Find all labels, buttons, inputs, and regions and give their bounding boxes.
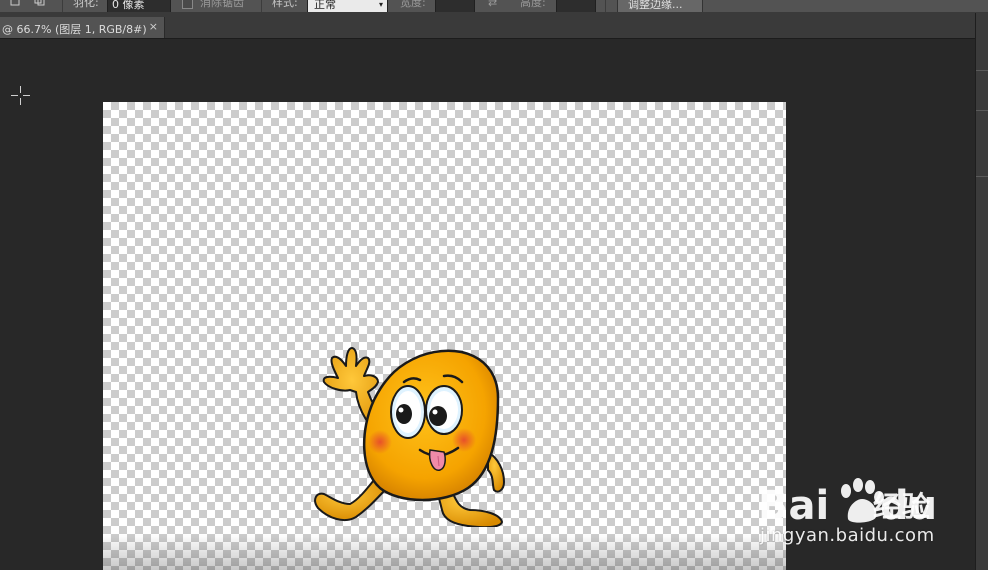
separator (261, 0, 262, 12)
antialias-checkbox[interactable] (182, 0, 193, 9)
document-canvas[interactable] (103, 102, 786, 570)
right-panel-strip[interactable] (975, 13, 988, 570)
style-value: 正常 (314, 0, 336, 11)
swap-arrow-icon[interactable]: ⇄ (488, 0, 497, 10)
refine-edge-label: 调整边缘... (628, 0, 683, 11)
style-label: 样式: (272, 0, 298, 9)
separator (605, 0, 606, 12)
divider (976, 176, 988, 177)
divider (976, 70, 988, 71)
width-label: 宽度: (400, 0, 426, 9)
feather-value: 0 像素 (112, 0, 145, 11)
selection-new-icon[interactable] (10, 0, 20, 10)
selection-add-icon[interactable] (34, 0, 46, 10)
refine-edge-button[interactable]: 调整边缘... (617, 0, 703, 12)
chevron-down-icon: ▾ (378, 0, 383, 9)
close-icon[interactable]: × (149, 20, 158, 33)
feather-label: 羽化: (73, 0, 99, 9)
cartoon-mascot-image (314, 347, 505, 527)
canvas-bottom-shade (103, 534, 786, 570)
watermark-jingyan-text: 经验 (873, 490, 932, 523)
document-tab-bar: @ 66.7% (图层 1, RGB/8#) × (0, 13, 975, 39)
height-input[interactable] (556, 0, 596, 12)
width-input[interactable] (435, 0, 475, 12)
feather-input[interactable]: 0 像素 (107, 0, 171, 12)
antialias-label: 消除锯齿 (200, 0, 244, 9)
options-bar: 羽化: 0 像素 消除锯齿 样式: 正常 ▾ 宽度: ⇄ 高度: 调整边缘... (0, 0, 988, 13)
document-tab[interactable]: @ 66.7% (图层 1, RGB/8#) × (0, 17, 165, 38)
watermark-domain: jingyan.baidu.com (760, 525, 935, 546)
crosshair-icon (11, 86, 30, 105)
svg-text:Bai: Bai (758, 483, 829, 529)
height-label: 高度: (520, 0, 546, 9)
document-tab-title: @ 66.7% (图层 1, RGB/8#) (2, 23, 147, 36)
divider (976, 110, 988, 111)
style-select[interactable]: 正常 ▾ (307, 0, 388, 12)
separator (62, 0, 63, 12)
